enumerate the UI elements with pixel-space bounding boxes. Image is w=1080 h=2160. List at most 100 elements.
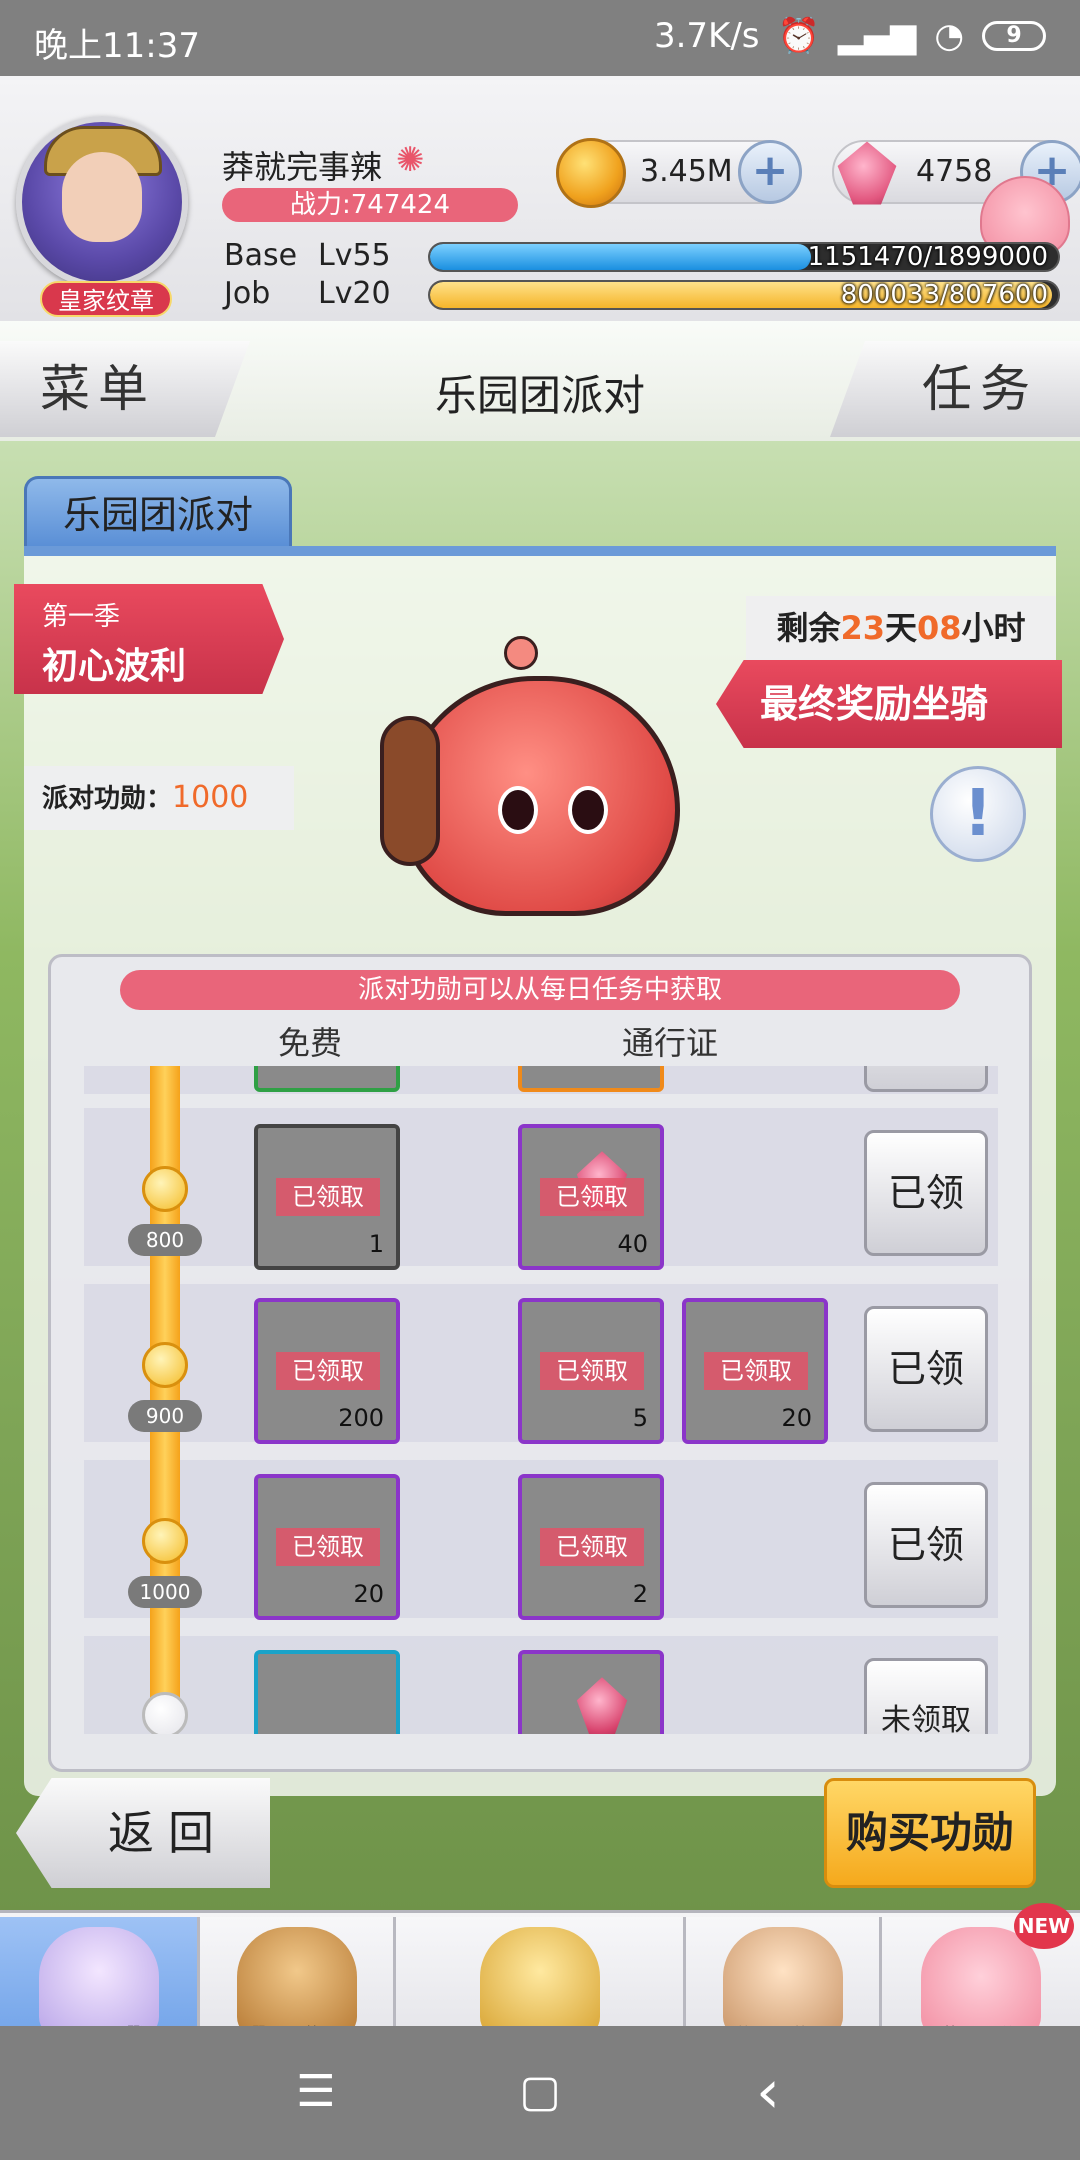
job-exp-bar: 800033/807600 bbox=[428, 280, 1060, 310]
nav-bag[interactable]: 背包 bbox=[200, 1917, 396, 2026]
remain-hours: 08 bbox=[917, 609, 962, 647]
claim-button[interactable] bbox=[864, 1066, 988, 1092]
base-label: Base bbox=[224, 238, 298, 273]
reward-item-pass[interactable]: 已领取 40 bbox=[518, 1124, 664, 1270]
reward-item-pass[interactable] bbox=[518, 1650, 664, 1734]
signal-icon: ▂▄▆ bbox=[837, 16, 917, 56]
nav-label: 宠物 bbox=[882, 2015, 1080, 2026]
battery-icon: 9 bbox=[982, 21, 1046, 51]
job-label: Job bbox=[224, 276, 271, 311]
merit-label: 派对功勋： bbox=[42, 784, 173, 814]
player-name: 莽就完事辣 bbox=[222, 148, 383, 186]
claimed-tag: 已领取 bbox=[704, 1352, 808, 1390]
remain-hour-unit: 小时 bbox=[961, 609, 1026, 647]
reward-item-free[interactable]: 已领取 1 bbox=[254, 1124, 400, 1270]
job-exp-text: 800033/807600 bbox=[840, 280, 1048, 310]
reward-item[interactable] bbox=[518, 1066, 664, 1092]
poring-mount-image bbox=[380, 636, 700, 936]
home-icon[interactable]: ▢ bbox=[510, 2062, 570, 2122]
buy-merit-button[interactable]: 购买功勋 bbox=[824, 1778, 1036, 1888]
status-time: 晚上11:37 bbox=[34, 26, 200, 66]
player-header: 皇家纹章 莽就完事辣 ✺ 战力:747424 3.45M + 4758 + Ba… bbox=[0, 76, 1080, 321]
system-nav-bar: ☰ ▢ ‹ bbox=[0, 2026, 1080, 2160]
reward-item-pass[interactable]: 已领取 5 bbox=[518, 1298, 664, 1444]
alarm-icon: ⏰ bbox=[777, 16, 820, 56]
tab-party[interactable]: 乐园团派对 bbox=[24, 476, 292, 546]
nav-label: 主城 bbox=[0, 2015, 197, 2026]
poring-eye bbox=[498, 786, 538, 834]
item-quantity: 40 bbox=[617, 1230, 648, 1258]
poring-backpack bbox=[380, 716, 440, 866]
task-button[interactable]: 任务 bbox=[830, 341, 1080, 437]
gem-value: 4758 bbox=[916, 154, 993, 189]
base-exp-bar: 1151470/1899000 bbox=[428, 242, 1060, 272]
remain-day-unit: 天 bbox=[884, 609, 917, 647]
gold-counter: 3.45M + bbox=[556, 138, 802, 208]
claim-button[interactable]: 已领 bbox=[864, 1306, 988, 1432]
milestone-label: 1000 bbox=[128, 1576, 202, 1608]
milestone-label: 800 bbox=[128, 1224, 202, 1256]
claimed-tag: 已领取 bbox=[540, 1528, 644, 1566]
remain-prefix: 剩余 bbox=[776, 609, 841, 647]
claim-button[interactable]: 已领 bbox=[864, 1130, 988, 1256]
final-reward-button[interactable]: 最终奖励坐骑 bbox=[716, 660, 1062, 748]
avatar-face bbox=[62, 152, 142, 242]
gem-icon bbox=[576, 1677, 628, 1734]
reward-item-free[interactable]: 已领取 20 bbox=[254, 1474, 400, 1620]
milestone-node bbox=[142, 1692, 188, 1734]
reward-item-pass-extra[interactable]: 已领取 20 bbox=[682, 1298, 828, 1444]
claimed-tag: 已领取 bbox=[276, 1528, 380, 1566]
nav-character[interactable]: 角色 bbox=[686, 1917, 882, 2026]
claimed-tag: 已领取 bbox=[276, 1178, 380, 1216]
poring-eye bbox=[568, 786, 608, 834]
claim-button[interactable]: 已领 bbox=[864, 1482, 988, 1608]
item-quantity: 200 bbox=[338, 1404, 384, 1432]
net-speed: 3.7K/s bbox=[653, 16, 760, 56]
back-icon[interactable]: ‹ bbox=[738, 2062, 798, 2122]
reward-rows[interactable]: 800 已领取 1 已领取 40 已领 900 已领取 200 已领取 5 已领… bbox=[84, 1066, 998, 1734]
combat-power: 战力:747424 bbox=[222, 188, 518, 222]
nav-label: 角色 bbox=[686, 2015, 879, 2026]
nav-label: 背包 bbox=[200, 2015, 393, 2026]
base-exp-fill bbox=[430, 244, 811, 270]
claimed-tag: 已领取 bbox=[540, 1178, 644, 1216]
gold-value: 3.45M bbox=[640, 154, 733, 189]
bottom-nav: 主城 背包 战斗 角色 宠物 NEW bbox=[0, 1903, 1080, 2026]
item-quantity: 1 bbox=[368, 1230, 384, 1258]
info-button[interactable]: ! bbox=[930, 766, 1026, 862]
claim-button[interactable]: 未领取 bbox=[864, 1658, 988, 1734]
job-level: Lv20 bbox=[318, 276, 391, 311]
nav-main-city[interactable]: 主城 bbox=[0, 1917, 200, 2026]
royal-badge: 皇家纹章 bbox=[40, 281, 172, 317]
avatar[interactable] bbox=[16, 116, 188, 288]
milestone-node bbox=[142, 1166, 188, 1212]
claimed-tag: 已领取 bbox=[276, 1352, 380, 1390]
reward-item-free[interactable] bbox=[254, 1650, 400, 1734]
time-remaining: 剩余23天08小时 bbox=[746, 596, 1056, 660]
nav-pet[interactable]: 宠物 NEW bbox=[882, 1903, 1080, 2026]
status-bar: 晚上11:37 3.7K/s ⏰ ▂▄▆ ◔ 9 bbox=[0, 0, 1080, 76]
character-icon bbox=[722, 1927, 843, 2026]
base-exp-text: 1151470/1899000 bbox=[807, 242, 1048, 272]
column-free: 免费 bbox=[278, 1024, 343, 1062]
remain-days: 23 bbox=[840, 609, 885, 647]
recent-apps-icon[interactable]: ☰ bbox=[286, 2062, 346, 2122]
game-stage: 皇家纹章 莽就完事辣 ✺ 战力:747424 3.45M + 4758 + Ba… bbox=[0, 76, 1080, 2026]
new-badge: NEW bbox=[1014, 1903, 1074, 1949]
milestone-node bbox=[142, 1518, 188, 1564]
nav-battle[interactable]: 战斗 bbox=[396, 1917, 686, 2026]
reward-item-free[interactable]: 已领取 200 bbox=[254, 1298, 400, 1444]
reward-item-pass[interactable]: 已领取 2 bbox=[518, 1474, 664, 1620]
poring-antenna bbox=[504, 636, 538, 670]
season-banner: 第一季 初心波利 bbox=[14, 584, 284, 694]
item-quantity: 2 bbox=[632, 1580, 648, 1608]
reward-item[interactable] bbox=[254, 1066, 400, 1092]
gem-icon bbox=[837, 141, 897, 205]
rank-emblem-icon: ✺ bbox=[396, 140, 425, 180]
milestone-node bbox=[142, 1342, 188, 1388]
season-name: 初心波利 bbox=[42, 646, 187, 687]
add-gold-button[interactable]: + bbox=[738, 140, 802, 204]
item-quantity: 20 bbox=[353, 1580, 384, 1608]
back-button[interactable]: 返回 bbox=[16, 1778, 270, 1888]
base-level: Lv55 bbox=[318, 238, 391, 273]
